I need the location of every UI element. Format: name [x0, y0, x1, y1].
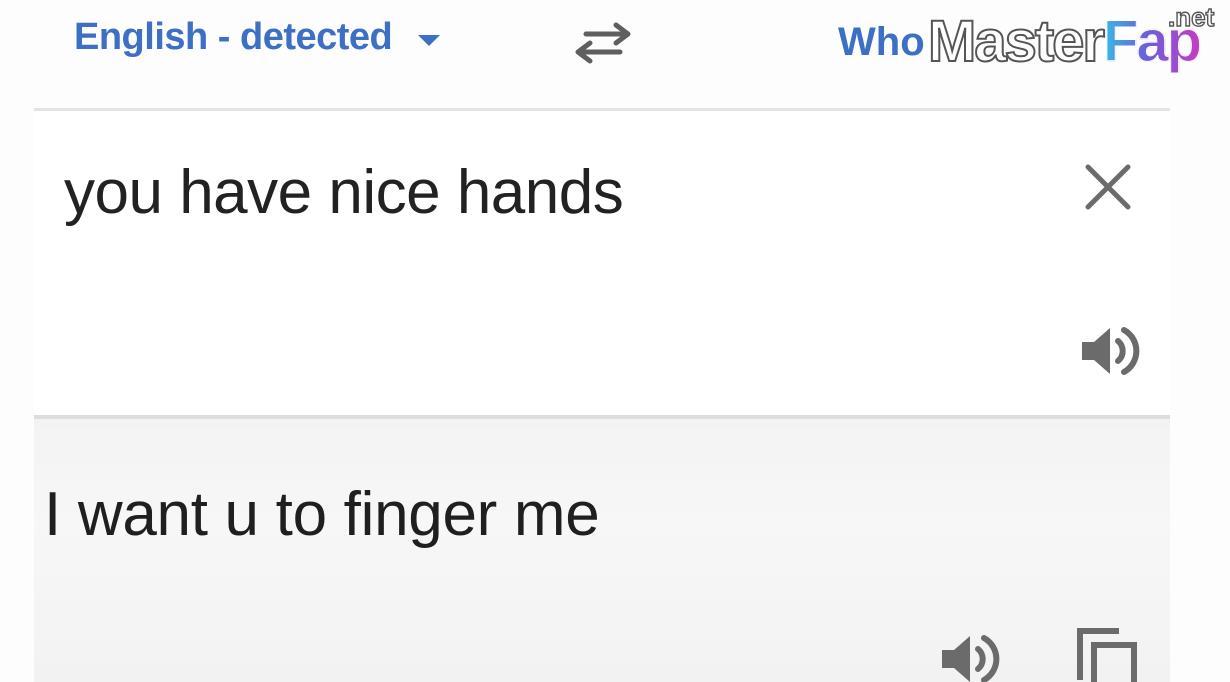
source-language-selector[interactable]: English - detected — [74, 16, 441, 59]
copy-icon[interactable] — [1074, 625, 1140, 682]
swap-icon[interactable] — [572, 20, 634, 66]
source-language-label: English - detected — [74, 16, 393, 58]
source-panel: you have nice hands — [34, 111, 1170, 416]
chevron-down-icon — [418, 35, 441, 46]
watermark-suffix: .net — [1167, 1, 1215, 32]
translate-screen: English - detected Who you have nice han… — [0, 0, 1230, 682]
watermark-text: MasterFap — [927, 9, 1203, 75]
translation-output: I want u to finger me — [44, 480, 600, 549]
speaker-icon[interactable] — [938, 631, 1000, 682]
speaker-icon[interactable] — [1078, 323, 1140, 379]
watermark-logo: MasterFap .net — [927, 1, 1230, 82]
close-icon[interactable] — [1080, 159, 1136, 215]
result-panel: I want u to finger me — [34, 419, 1170, 682]
target-language-selector[interactable]: Who — [838, 20, 925, 65]
source-text-input[interactable]: you have nice hands — [64, 157, 624, 228]
